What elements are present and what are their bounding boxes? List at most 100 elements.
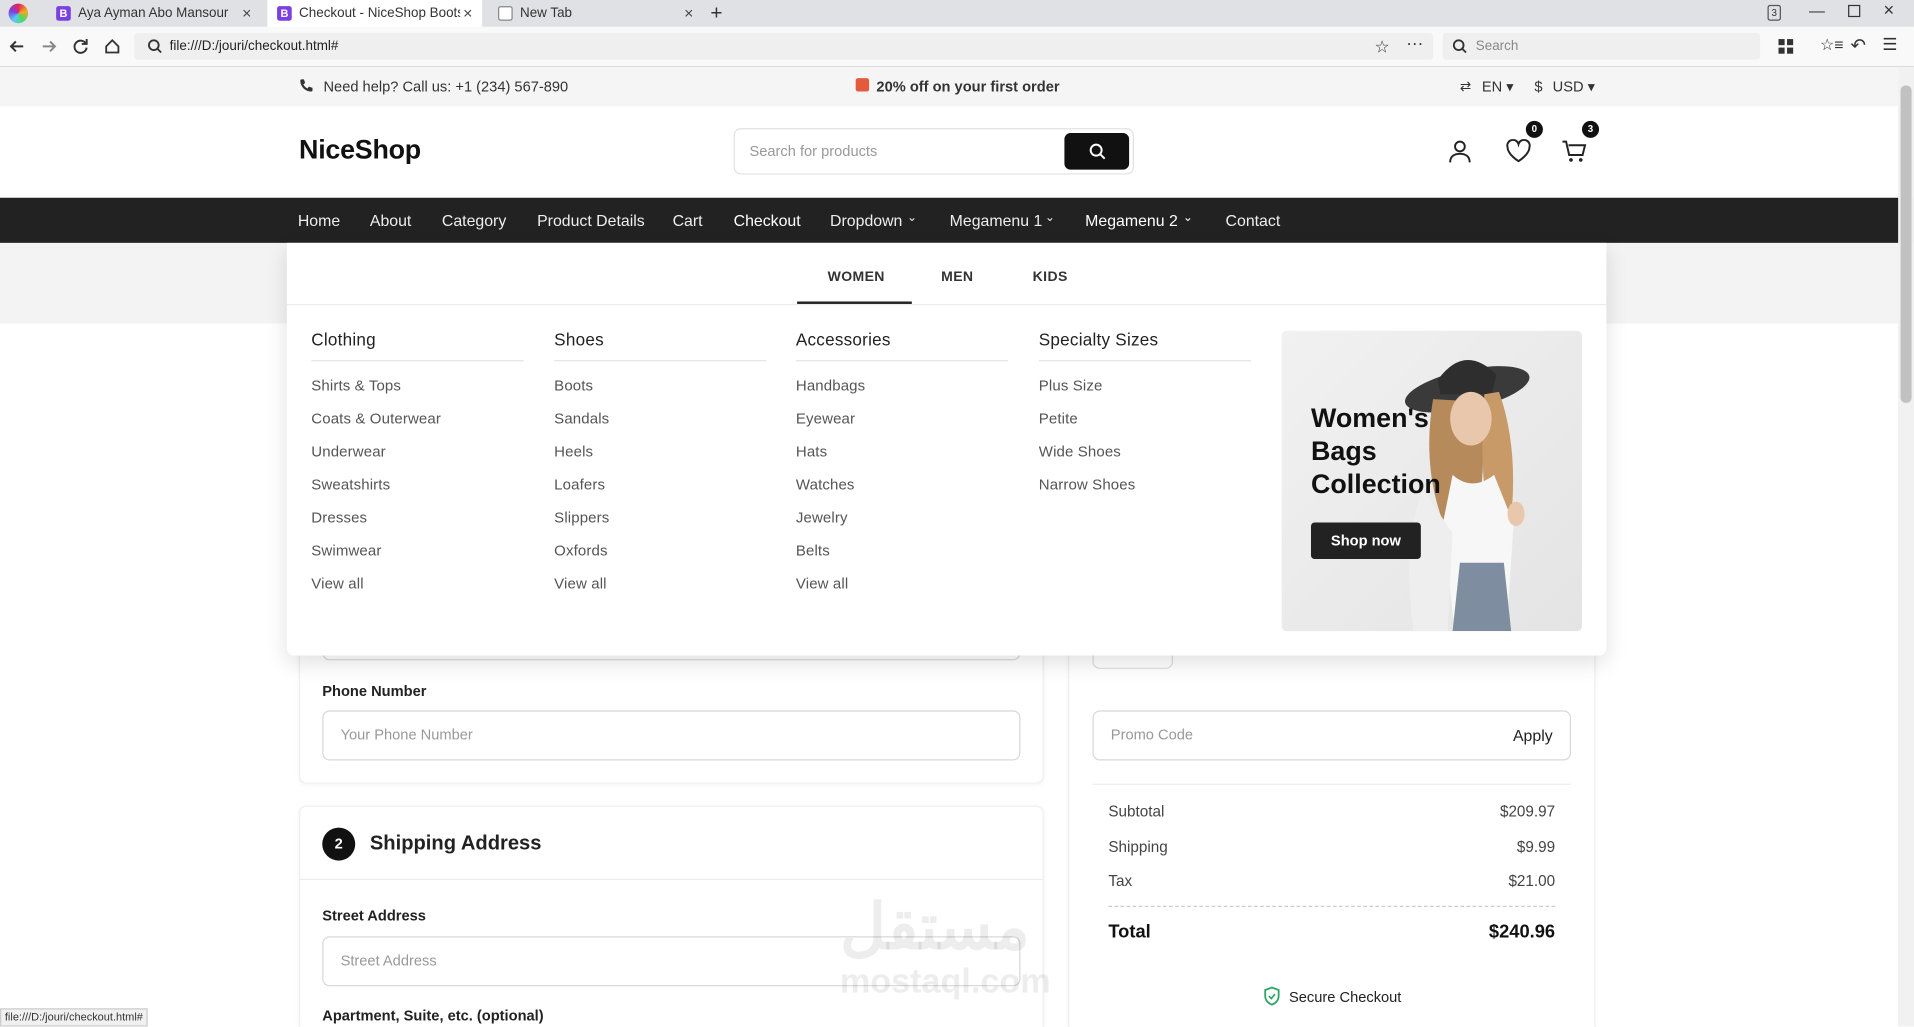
tab-kids[interactable]: KIDS xyxy=(1033,270,1068,285)
scrollbar-thumb[interactable] xyxy=(1900,85,1912,403)
menu-link[interactable]: Underwear xyxy=(311,443,523,460)
tab-3[interactable]: New Tab × xyxy=(488,0,703,27)
apps-grid-icon[interactable] xyxy=(1778,39,1794,54)
phone-field[interactable]: Your Phone Number xyxy=(322,710,1021,761)
nav-cart[interactable]: Cart xyxy=(673,198,703,243)
nav-megamenu-2[interactable]: Megamenu 2 xyxy=(1085,198,1178,243)
browser-search-field[interactable]: Search xyxy=(1442,32,1761,60)
menu-link[interactable]: Handbags xyxy=(796,377,1008,394)
cart-icon[interactable] xyxy=(1561,139,1588,163)
gift-icon xyxy=(855,78,870,92)
browser-search-placeholder: Search xyxy=(1475,39,1519,54)
main-nav: Home About Category Product Details Cart… xyxy=(0,197,1914,243)
menu-link[interactable]: Plus Size xyxy=(1039,377,1251,394)
menu-link[interactable]: Hats xyxy=(796,443,1008,460)
total-row: Total $240.96 xyxy=(1108,922,1555,943)
menu-link[interactable]: Swimwear xyxy=(311,542,523,559)
megamenu-column-accessories: Accessories Handbags Eyewear Hats Watche… xyxy=(795,330,1009,592)
nav-checkout[interactable]: Checkout xyxy=(734,198,801,243)
menu-icon[interactable]: ☰ xyxy=(1882,34,1897,55)
menu-link-view-all[interactable]: View all xyxy=(554,575,766,592)
apply-promo-button[interactable]: Apply xyxy=(1513,712,1553,760)
reload-icon[interactable] xyxy=(72,38,89,55)
search-button[interactable] xyxy=(1064,133,1130,170)
summary-divider xyxy=(1092,783,1571,785)
bookmark-star-icon[interactable]: ☆ xyxy=(1374,33,1389,60)
search-icon xyxy=(148,39,162,54)
menu-link[interactable]: Boots xyxy=(554,377,766,394)
menu-link[interactable]: Belts xyxy=(796,542,1008,559)
promo-title-line: Bags xyxy=(1310,435,1377,467)
shop-now-button[interactable]: Shop now xyxy=(1310,522,1421,560)
megamenu-promo-banner[interactable]: Women's Bags Collection Shop now xyxy=(1281,330,1582,632)
tab-2[interactable]: B Checkout - NiceShop Bootstr × xyxy=(267,0,483,27)
menu-link-view-all[interactable]: View all xyxy=(311,575,523,592)
undo-icon[interactable]: ↶ xyxy=(1851,34,1866,56)
site-logo[interactable]: NiceShop xyxy=(299,134,421,166)
bookmarks-list-icon[interactable]: ☆≡ xyxy=(1820,35,1843,55)
tab-list-icon[interactable]: 3 xyxy=(1767,4,1781,21)
total-value: $240.96 xyxy=(1488,921,1556,943)
restore-button[interactable] xyxy=(1848,4,1861,18)
menu-link[interactable]: Narrow Shoes xyxy=(1039,476,1251,493)
more-options-icon[interactable]: ··· xyxy=(1406,29,1423,56)
bootstrap-favicon-icon: B xyxy=(56,6,71,21)
forward-icon[interactable] xyxy=(40,38,57,55)
menu-link[interactable]: Coats & Outerwear xyxy=(311,410,523,427)
translate-icon: ⇄ xyxy=(1459,79,1472,94)
promo-code-placeholder: Promo Code xyxy=(1110,726,1194,744)
menu-link[interactable]: Watches xyxy=(796,476,1008,493)
close-window-button[interactable]: × xyxy=(1883,0,1894,21)
menu-link[interactable]: Loafers xyxy=(554,476,766,493)
tab-title: New Tab xyxy=(520,6,573,21)
subtotal-label: Subtotal xyxy=(1108,803,1165,821)
address-bar[interactable]: file:///D:/jouri/checkout.html# ☆ ··· xyxy=(134,32,1434,60)
site-topbar: Need help? Call us: +1 (234) 567-890 20%… xyxy=(0,67,1914,107)
language-selector[interactable]: EN ▾ xyxy=(1482,78,1514,95)
menu-link[interactable]: Wide Shoes xyxy=(1039,443,1251,460)
tab-men[interactable]: MEN xyxy=(941,270,973,285)
nav-home[interactable]: Home xyxy=(298,198,340,243)
megamenu-column-clothing: Clothing Shirts & Tops Coats & Outerwear… xyxy=(311,330,524,592)
menu-link[interactable]: Petite xyxy=(1039,410,1251,427)
menu-link[interactable]: Oxfords xyxy=(554,542,766,559)
watermark-arabic: مستقل xyxy=(839,892,1030,964)
tab-women[interactable]: WOMEN xyxy=(828,270,885,285)
menu-link[interactable]: Slippers xyxy=(554,509,766,526)
subtotal-row: Subtotal $209.97 xyxy=(1108,803,1555,820)
currency-selector[interactable]: USD ▾ xyxy=(1553,78,1595,95)
menu-link-view-all[interactable]: View all xyxy=(796,575,1008,592)
promo-code-field[interactable]: Promo Code Apply xyxy=(1092,710,1571,761)
shipping-value: $9.99 xyxy=(1516,838,1556,856)
user-icon[interactable] xyxy=(1448,139,1472,163)
currency-value: USD xyxy=(1552,78,1584,96)
nav-contact[interactable]: Contact xyxy=(1226,198,1281,243)
product-search-input[interactable]: Search for products xyxy=(733,128,1134,175)
menu-link[interactable]: Jewelry xyxy=(796,509,1008,526)
close-tab-icon[interactable]: × xyxy=(684,4,693,22)
nav-about[interactable]: About xyxy=(370,198,411,243)
close-tab-icon[interactable]: × xyxy=(242,4,251,22)
menu-link[interactable]: Sweatshirts xyxy=(311,476,523,493)
promo-text: 20% off on your first order xyxy=(876,78,1060,96)
close-tab-icon[interactable]: × xyxy=(463,4,472,22)
tab-1[interactable]: B Aya Ayman Abo Mansour × xyxy=(46,0,261,27)
nav-megamenu-1[interactable]: Megamenu 1 xyxy=(950,198,1043,243)
page-scrollbar[interactable] xyxy=(1898,67,1914,1027)
menu-link[interactable]: Dresses xyxy=(311,509,523,526)
minimize-button[interactable]: — xyxy=(1809,1,1825,19)
heart-icon[interactable] xyxy=(1505,139,1532,163)
menu-link[interactable]: Shirts & Tops xyxy=(311,377,523,394)
browser-logo-icon[interactable] xyxy=(8,3,29,24)
back-icon[interactable] xyxy=(9,38,26,55)
menu-link[interactable]: Eyewear xyxy=(796,410,1008,427)
nav-dropdown[interactable]: Dropdown xyxy=(830,198,902,243)
phone-placeholder: Your Phone Number xyxy=(340,726,473,744)
new-tab-button[interactable]: + xyxy=(710,1,722,25)
menu-link[interactable]: Sandals xyxy=(554,410,766,427)
home-icon[interactable] xyxy=(104,38,121,55)
nav-category[interactable]: Category xyxy=(442,198,506,243)
nav-product-details[interactable]: Product Details xyxy=(537,198,645,243)
column-title: Clothing xyxy=(311,330,524,362)
menu-link[interactable]: Heels xyxy=(554,443,766,460)
